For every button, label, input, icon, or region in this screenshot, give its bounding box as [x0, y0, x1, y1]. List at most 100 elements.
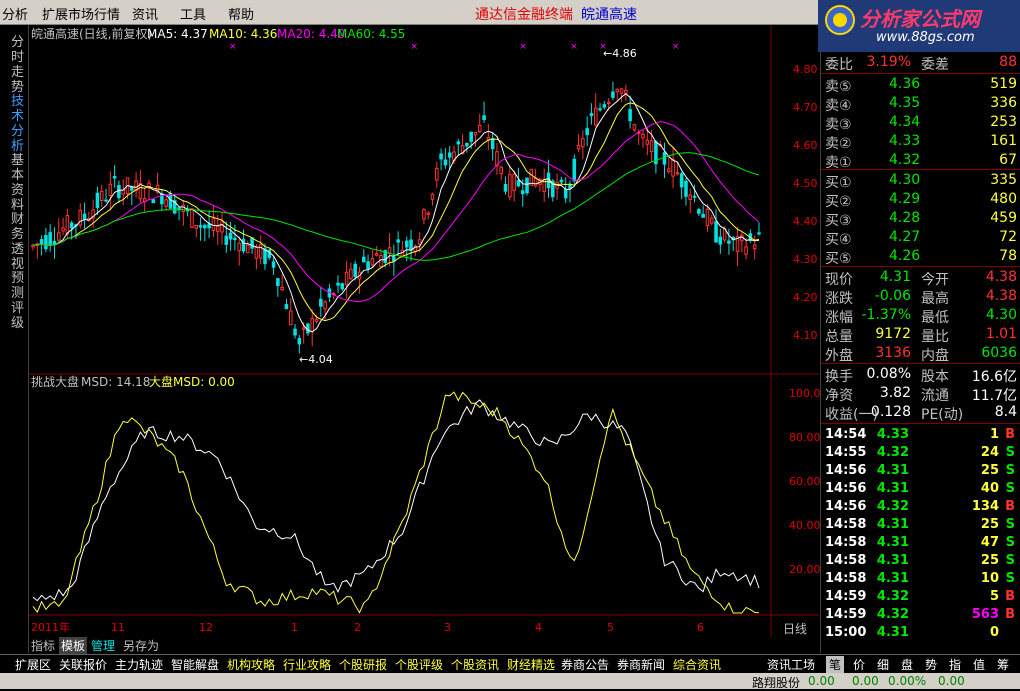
- indicator-tick: 80.00: [789, 431, 821, 444]
- ask-row: 卖① 4.32 67: [825, 152, 1017, 171]
- candle: [654, 140, 658, 174]
- chart-area[interactable]: × × × × × × 皖通高速(日线,前复权) MA5: 4.37 MA10: 4.36…: [29, 25, 819, 637]
- candle: [121, 179, 125, 206]
- menu-news[interactable]: 资讯: [132, 4, 158, 23]
- tab-technical[interactable]: 技术分析: [11, 94, 27, 154]
- bottom-tab[interactable]: 券商新闻: [614, 656, 668, 673]
- candle: [752, 235, 757, 260]
- save-as-button[interactable]: 另存为: [121, 637, 161, 654]
- candle: [181, 200, 186, 226]
- candle: [671, 147, 675, 189]
- candle: [490, 132, 495, 161]
- bottom-tab[interactable]: 主力轨迹: [112, 656, 166, 673]
- quote-view-tab[interactable]: 势: [922, 656, 940, 673]
- candle: [374, 246, 379, 257]
- candle: [744, 238, 748, 260]
- candle: [336, 275, 340, 294]
- candle: [340, 282, 345, 292]
- quote-view-tab[interactable]: 筹: [994, 656, 1012, 673]
- period-label[interactable]: 日线: [783, 620, 807, 637]
- candle: [44, 227, 48, 253]
- candle: [615, 88, 620, 101]
- bottom-tab[interactable]: 行业攻略: [280, 656, 334, 673]
- low-price-marker: ←4.04: [299, 353, 333, 366]
- quote-view-tab[interactable]: 价: [850, 656, 868, 673]
- bottom-tab[interactable]: 智能解盘: [168, 656, 222, 673]
- candle: [718, 228, 723, 254]
- quote-view-tab[interactable]: 盘: [898, 656, 916, 673]
- x-axis-label: 11: [111, 621, 125, 634]
- bottom-tab[interactable]: 个股研报: [336, 656, 390, 673]
- bottom-tab[interactable]: 券商公告: [558, 656, 612, 673]
- quote-stat-row: 涨幅 -1.37% 最低 4.30: [825, 307, 1017, 326]
- candle: [473, 132, 478, 147]
- bid-row: 买④ 4.27 72: [825, 229, 1017, 248]
- candle: [667, 156, 671, 174]
- quote-view-tab[interactable]: 值: [970, 656, 988, 673]
- candlestick-series: [31, 81, 761, 354]
- candle: [598, 103, 602, 112]
- price-tick: 4.30: [793, 253, 818, 266]
- quote-view-tab[interactable]: 细: [874, 656, 892, 673]
- candle: [735, 226, 740, 267]
- candle: [422, 208, 426, 225]
- logo-url: www.88gs.com: [876, 30, 975, 45]
- tab-finance[interactable]: 财务透视: [11, 212, 27, 272]
- bid-row: 买⑤ 4.26 78: [825, 248, 1017, 267]
- candle: [714, 209, 718, 243]
- candle: [400, 240, 405, 258]
- bottom-tab[interactable]: 扩展区: [12, 656, 54, 673]
- x-axis-label: 4: [535, 621, 542, 634]
- menu-help[interactable]: 帮助: [228, 4, 254, 23]
- candle: [366, 254, 370, 274]
- bottom-tab[interactable]: 财经精选: [504, 656, 558, 673]
- template-button[interactable]: 模板: [59, 637, 88, 654]
- status-value: 0.00: [808, 674, 835, 688]
- indicator-button[interactable]: 指标: [29, 637, 57, 654]
- candle: [246, 240, 250, 254]
- menu-extended-market[interactable]: 扩展市场行情: [42, 4, 120, 23]
- chart-toolbar: 指标 模板 管理 另存为: [29, 637, 769, 654]
- msd-line: [32, 399, 760, 602]
- tick-row: 14:56 4.31 40 S: [825, 481, 1015, 496]
- price-tick: 4.20: [793, 291, 818, 304]
- candle: [662, 142, 667, 179]
- candle: [679, 171, 684, 200]
- logo-title: 分析家公式网: [860, 7, 980, 31]
- bottom-tab[interactable]: 个股评级: [392, 656, 446, 673]
- candle: [95, 186, 100, 215]
- indicator-tick: 20.00: [789, 563, 821, 576]
- status-percent: 0.00%: [888, 674, 927, 688]
- bottom-tab[interactable]: 资讯工场: [764, 656, 818, 673]
- order-ratio-row: 委比 3.19% 委差 88: [825, 54, 1017, 73]
- candle: [263, 243, 267, 270]
- candle: [443, 148, 448, 169]
- bottom-tab[interactable]: 机构攻略: [224, 656, 278, 673]
- candle: [361, 249, 366, 263]
- manage-button[interactable]: 管理: [89, 637, 117, 654]
- menu-tools[interactable]: 工具: [180, 4, 206, 23]
- tab-forecast[interactable]: 预测评级: [11, 271, 27, 331]
- tab-intraday[interactable]: 分时走势: [11, 35, 27, 95]
- signal-marker: ×: [229, 42, 237, 52]
- menu-analysis[interactable]: 分析: [2, 4, 28, 23]
- quote-stat-row: 总量 9172 量比 1.01: [825, 326, 1017, 345]
- candle: [477, 113, 482, 133]
- quote-view-tab[interactable]: 笔: [826, 656, 845, 673]
- x-axis-label: 2011年: [31, 620, 70, 634]
- indicator-tick: 60.00: [789, 475, 821, 488]
- indicator-lines: [32, 391, 760, 614]
- candle: [130, 185, 134, 206]
- quote-view-tab[interactable]: 指: [946, 656, 964, 673]
- candle: [727, 228, 731, 255]
- bottom-tab[interactable]: 综合资讯: [670, 656, 724, 673]
- bottom-tab[interactable]: 个股资讯: [448, 656, 502, 673]
- candle: [258, 235, 263, 265]
- candle: [508, 165, 512, 201]
- candle: [108, 171, 113, 211]
- tick-row: 14:54 4.33 1 B: [825, 427, 1015, 442]
- indicator-market-msd: 大盘MSD: 0.00: [149, 374, 235, 389]
- ma5-label: MA5: 4.37: [147, 27, 208, 41]
- bottom-tab[interactable]: 关联报价: [56, 656, 110, 673]
- tab-basic-info[interactable]: 基本资料: [11, 153, 27, 213]
